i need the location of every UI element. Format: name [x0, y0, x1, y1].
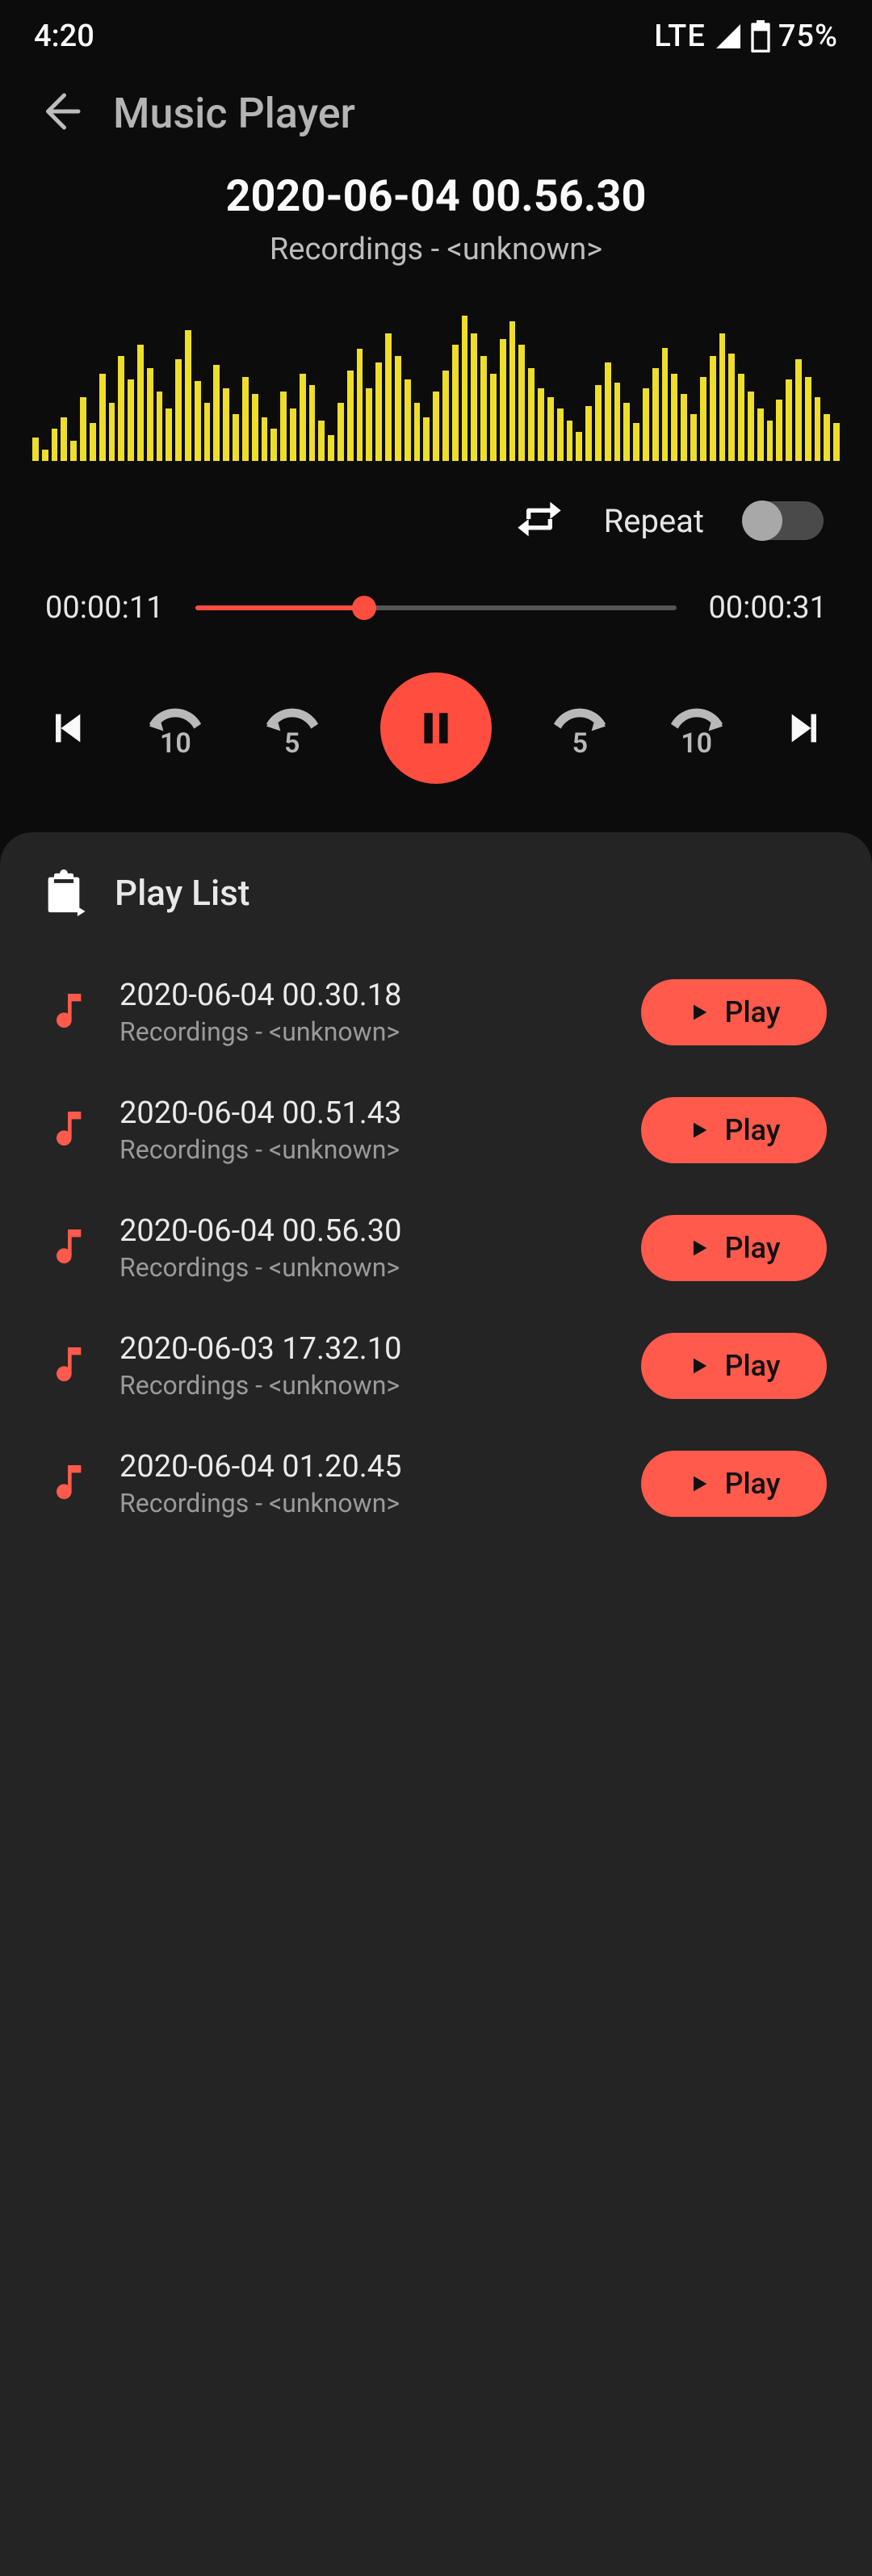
forward-10-button[interactable]: 10	[669, 699, 725, 757]
playlist-play-label: Play	[725, 1467, 781, 1501]
play-icon	[688, 999, 711, 1025]
now-playing-subtitle: Recordings - <unknown>	[0, 232, 872, 267]
forward-5-button[interactable]: 5	[551, 699, 608, 757]
music-note-icon	[45, 1460, 90, 1508]
repeat-row: Repeat	[0, 469, 872, 556]
playlist-item-text: 2020-06-04 01.20.45 Recordings - <unknow…	[119, 1449, 612, 1518]
playlist-play-button[interactable]: Play	[641, 1097, 827, 1163]
playlist-header: Play List	[40, 869, 832, 916]
playlist-item-title: 2020-06-03 17.32.10	[119, 1331, 612, 1367]
seek-fill	[195, 605, 364, 610]
playlist-play-button[interactable]: Play	[641, 1215, 827, 1281]
playlist-item-subtitle: Recordings - <unknown>	[119, 1016, 612, 1047]
arrow-left-icon	[34, 87, 82, 136]
status-time: 4:20	[34, 19, 94, 54]
playlist-item-title: 2020-06-04 00.30.18	[119, 978, 612, 1013]
rewind-10-label: 10	[160, 730, 191, 757]
playlist-play-label: Play	[725, 995, 781, 1029]
battery-icon	[751, 20, 770, 52]
status-right: LTE 75%	[654, 19, 838, 54]
play-icon	[688, 1353, 711, 1379]
playlist-play-button[interactable]: Play	[641, 1333, 827, 1399]
playlist-play-button[interactable]: Play	[641, 1451, 827, 1517]
pause-button[interactable]	[380, 672, 492, 784]
music-note-icon	[45, 1342, 90, 1390]
playlist-title: Play List	[115, 872, 249, 914]
music-note-icon	[45, 988, 90, 1037]
toggle-knob	[742, 501, 782, 541]
playlist-item-subtitle: Recordings - <unknown>	[119, 1370, 612, 1401]
playlist-item[interactable]: 2020-06-04 00.51.43 Recordings - <unknow…	[40, 1071, 832, 1189]
playlist-play-label: Play	[725, 1231, 781, 1265]
pause-icon	[416, 704, 456, 752]
playlist-item-title: 2020-06-04 00.56.30	[119, 1213, 612, 1249]
repeat-toggle[interactable]	[743, 501, 824, 540]
signal-icon	[714, 22, 743, 51]
transport-controls: 10 5 5 10	[0, 634, 872, 832]
rewind-5-button[interactable]: 5	[264, 699, 321, 757]
playlist-item-text: 2020-06-04 00.51.43 Recordings - <unknow…	[119, 1095, 612, 1165]
play-icon	[688, 1235, 711, 1261]
playlist-item[interactable]: 2020-06-04 01.20.45 Recordings - <unknow…	[40, 1425, 832, 1543]
progress-row: 00:00:11 00:00:31	[0, 556, 872, 634]
app-bar: Music Player	[0, 73, 872, 171]
clipboard-play-icon	[40, 869, 87, 916]
playlist-item-subtitle: Recordings - <unknown>	[119, 1488, 612, 1518]
seek-thumb[interactable]	[352, 596, 376, 620]
app-title: Music Player	[113, 89, 355, 138]
playlist-item-text: 2020-06-04 00.30.18 Recordings - <unknow…	[119, 978, 612, 1047]
playlist-item-title: 2020-06-04 00.51.43	[119, 1095, 612, 1131]
seek-bar[interactable]	[195, 605, 677, 610]
next-button[interactable]	[785, 707, 827, 749]
status-bar: 4:20 LTE 75%	[0, 0, 872, 73]
playlist-item-title: 2020-06-04 01.20.45	[119, 1449, 612, 1485]
playlist-play-button[interactable]: Play	[641, 979, 827, 1045]
playlist-play-label: Play	[725, 1349, 781, 1383]
rewind-10-button[interactable]: 10	[147, 699, 203, 757]
waveform	[32, 316, 840, 461]
status-battery: 75%	[778, 19, 838, 54]
repeat-label: Repeat	[604, 502, 704, 540]
status-network: LTE	[654, 19, 706, 54]
forward-5-label: 5	[572, 730, 588, 757]
playlist-item-subtitle: Recordings - <unknown>	[119, 1252, 612, 1283]
play-icon	[688, 1471, 711, 1497]
playlist-item-subtitle: Recordings - <unknown>	[119, 1134, 612, 1165]
playlist-item[interactable]: 2020-06-04 00.56.30 Recordings - <unknow…	[40, 1189, 832, 1307]
forward-10-label: 10	[681, 730, 712, 757]
total-time: 00:00:31	[706, 590, 827, 626]
playlist-item-text: 2020-06-03 17.32.10 Recordings - <unknow…	[119, 1331, 612, 1401]
playlist-item[interactable]: 2020-06-04 00.30.18 Recordings - <unknow…	[40, 953, 832, 1071]
now-playing-title: 2020-06-04 00.56.30	[0, 171, 872, 222]
playlist-panel: Play List 2020-06-04 00.30.18 Recordings…	[0, 832, 872, 2576]
music-note-icon	[45, 1224, 90, 1272]
playlist-play-label: Play	[725, 1113, 781, 1147]
rewind-5-label: 5	[284, 730, 300, 757]
music-note-icon	[45, 1106, 90, 1154]
playlist-item[interactable]: 2020-06-03 17.32.10 Recordings - <unknow…	[40, 1307, 832, 1425]
back-button[interactable]	[34, 87, 82, 139]
playlist-item-text: 2020-06-04 00.56.30 Recordings - <unknow…	[119, 1213, 612, 1283]
previous-button[interactable]	[45, 707, 87, 749]
play-icon	[688, 1117, 711, 1143]
elapsed-time: 00:00:11	[45, 590, 166, 626]
repeat-icon	[514, 493, 565, 548]
